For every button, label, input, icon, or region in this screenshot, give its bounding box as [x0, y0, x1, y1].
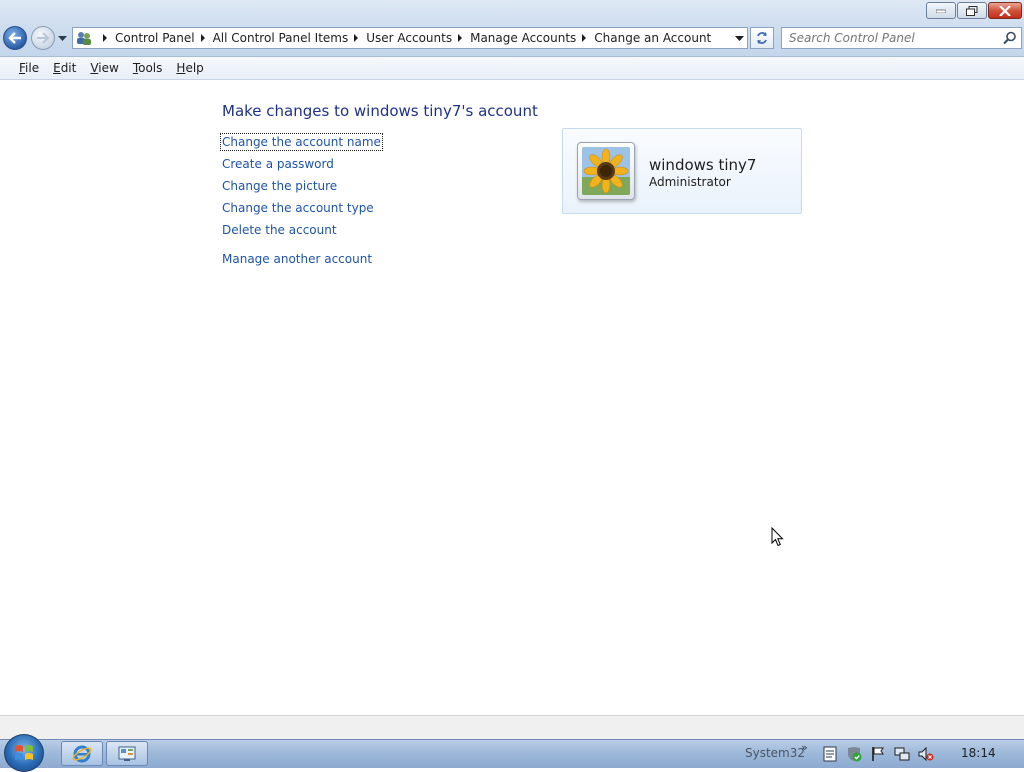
breadcrumb-control-panel[interactable]: Control Panel — [97, 28, 195, 48]
change-picture-link[interactable]: Change the picture — [222, 179, 337, 193]
sunflower-picture-icon — [582, 147, 630, 195]
menu-bar: File Edit View Tools Help — [0, 57, 1024, 80]
breadcrumb-arrow-icon[interactable] — [458, 34, 463, 42]
refresh-button[interactable] — [750, 27, 774, 49]
volume-muted-icon[interactable] — [918, 746, 934, 762]
forward-arrow-icon — [37, 32, 50, 44]
manage-another-account-link[interactable]: Manage another account — [222, 252, 372, 266]
page-title: Make changes to windows tiny7's account — [222, 102, 538, 120]
chevron-down-icon — [734, 35, 744, 41]
breadcrumb-change-an-account[interactable]: Change an Account — [576, 28, 711, 48]
security-shield-icon[interactable] — [846, 746, 862, 762]
breadcrumb-all-control-panel-items[interactable]: All Control Panel Items — [195, 28, 348, 48]
mouse-pointer-icon — [771, 527, 784, 547]
content-pane: Make changes to windows tiny7's account … — [0, 81, 1024, 715]
status-bar — [0, 715, 1024, 739]
windows-logo-icon — [15, 745, 33, 760]
control-panel-icon — [118, 746, 136, 761]
forward-button[interactable] — [31, 26, 55, 50]
recent-pages-dropdown[interactable] — [57, 33, 68, 43]
menu-view[interactable]: View — [83, 61, 125, 75]
toolbar-overflow-chevron[interactable]: » — [801, 741, 808, 754]
create-password-link[interactable]: Create a password — [222, 157, 334, 171]
delete-account-link[interactable]: Delete the account — [222, 223, 337, 237]
clock[interactable]: 18:14 — [961, 746, 996, 760]
account-picture-frame — [577, 142, 635, 200]
start-button[interactable] — [4, 734, 44, 772]
account-type: Administrator — [649, 175, 731, 189]
change-account-name-link[interactable]: Change the account name — [220, 133, 383, 151]
menu-help[interactable]: Help — [169, 61, 210, 75]
minimize-icon — [936, 9, 946, 13]
close-button[interactable] — [988, 2, 1022, 19]
notes-icon[interactable] — [822, 746, 838, 762]
address-history-dropdown[interactable] — [733, 33, 745, 43]
address-bar[interactable]: Control Panel All Control Panel Items Us… — [72, 27, 748, 49]
menu-file[interactable]: File — [12, 61, 46, 75]
close-icon — [999, 5, 1011, 16]
search-box[interactable] — [781, 27, 1022, 49]
breadcrumb-arrow-icon[interactable] — [103, 34, 107, 42]
breadcrumb-arrow-icon[interactable] — [582, 34, 587, 42]
restore-button[interactable] — [957, 2, 987, 19]
menu-edit[interactable]: Edit — [46, 61, 83, 75]
internet-explorer-icon — [72, 745, 92, 762]
window-frame: Control Panel All Control Panel Items Us… — [0, 0, 1024, 57]
chevron-down-icon — [58, 35, 67, 41]
restore-icon — [966, 5, 978, 16]
menu-tools[interactable]: Tools — [126, 61, 170, 75]
control-panel-taskbar-button[interactable] — [106, 741, 148, 766]
action-center-flag-icon[interactable] — [870, 746, 886, 762]
breadcrumb-arrow-icon[interactable] — [200, 34, 205, 42]
search-icon[interactable] — [1003, 31, 1017, 45]
breadcrumb-manage-accounts[interactable]: Manage Accounts — [452, 28, 576, 48]
user-accounts-icon — [75, 30, 93, 46]
taskbar: System32 » 18:14 — [0, 734, 1024, 772]
refresh-icon — [757, 32, 767, 44]
system32-toolbar-label[interactable]: System32 — [745, 746, 805, 760]
account-card: windows tiny7 Administrator — [562, 128, 802, 214]
breadcrumb-arrow-icon[interactable] — [354, 34, 359, 42]
minimize-button[interactable] — [926, 2, 956, 19]
search-input[interactable] — [782, 30, 1001, 46]
network-icon[interactable] — [894, 746, 910, 762]
back-button[interactable] — [3, 26, 27, 50]
internet-explorer-taskbar-button[interactable] — [61, 741, 103, 766]
breadcrumb-user-accounts[interactable]: User Accounts — [348, 28, 452, 48]
back-arrow-icon — [8, 32, 21, 44]
account-name: windows tiny7 — [649, 156, 757, 174]
change-account-type-link[interactable]: Change the account type — [222, 201, 374, 215]
